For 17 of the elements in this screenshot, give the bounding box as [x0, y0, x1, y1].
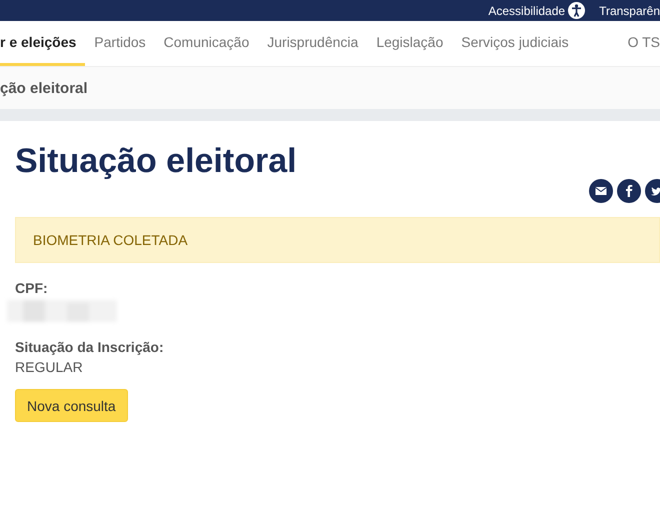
- email-icon[interactable]: [589, 179, 613, 203]
- field-label: CPF:: [15, 280, 49, 296]
- new-query-button[interactable]: Nova consulta: [15, 389, 128, 422]
- top-link[interactable]: Acessibilidade: [488, 2, 586, 19]
- nav-tab[interactable]: Serviços judiciais: [452, 21, 578, 66]
- facebook-icon[interactable]: [617, 179, 641, 203]
- field-label: Situação da Inscrição:: [15, 339, 165, 355]
- top-link[interactable]: Transparên: [599, 2, 660, 19]
- field-value: REGULAR: [15, 359, 84, 375]
- breadcrumb[interactable]: ção eleitoral: [0, 80, 88, 96]
- page-title: Situação eleitoral: [15, 141, 298, 181]
- alert-banner: BIOMETRIA COLETADA: [15, 217, 660, 263]
- nav-tab[interactable]: Comunicação: [154, 21, 258, 66]
- nav-tab[interactable]: Legislação: [367, 21, 452, 66]
- nav-tab[interactable]: Partidos: [85, 21, 155, 66]
- nav-tab[interactable]: O TS: [618, 21, 660, 66]
- nav-tab[interactable]: Jurisprudência: [258, 21, 368, 66]
